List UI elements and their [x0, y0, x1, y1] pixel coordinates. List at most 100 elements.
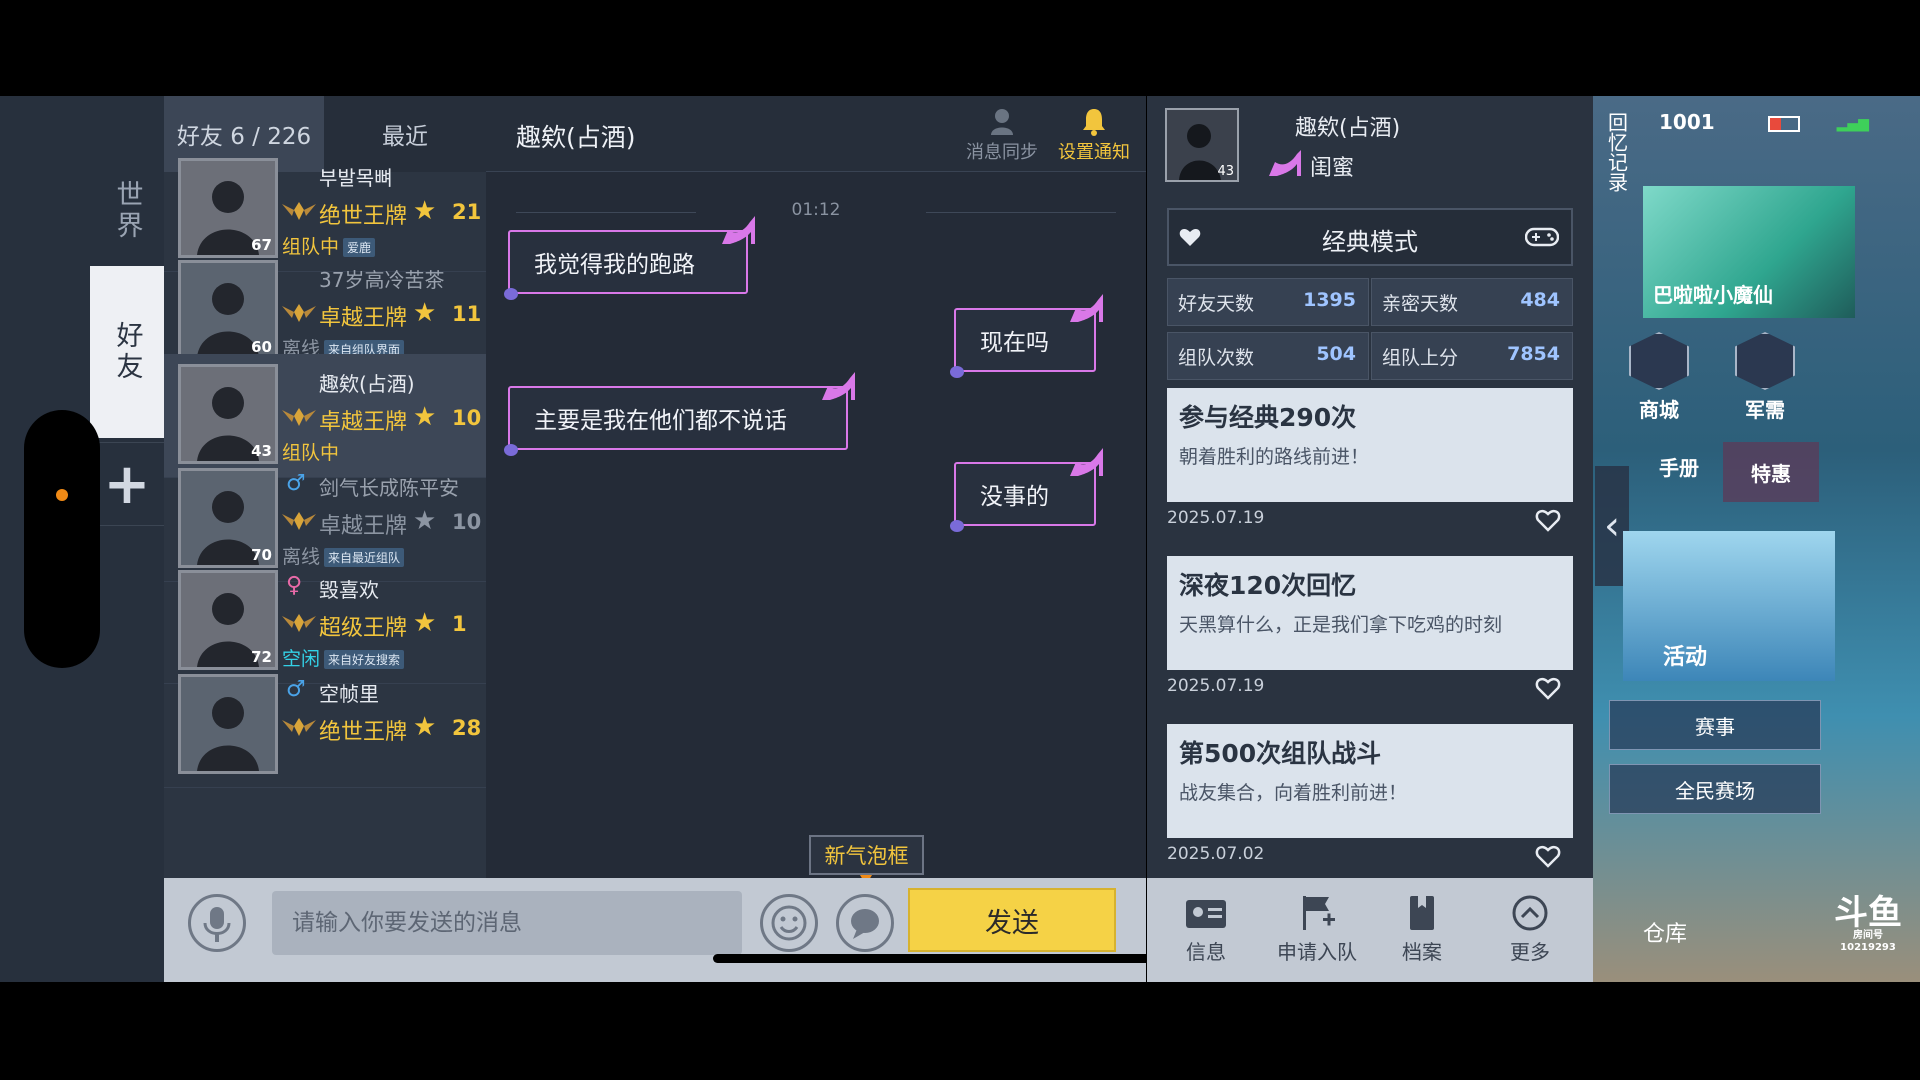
message-sync-button[interactable]: 消息同步 [960, 106, 1044, 166]
avatar[interactable]: 43 [1165, 108, 1239, 182]
heart-outline-icon[interactable] [1535, 844, 1561, 868]
arena-button[interactable]: 全民赛场 [1609, 764, 1821, 814]
chat-message-bubble[interactable]: 主要是我在他们都不说话 [504, 372, 855, 456]
heart-outline-icon[interactable] [1535, 676, 1561, 700]
memory-date: 2025.07.02 [1167, 844, 1265, 864]
stat-team-points: 组队上分 7854 [1371, 332, 1573, 380]
tab-world[interactable]: 世界 [90, 151, 164, 271]
star-count: 28 [452, 716, 482, 740]
notification-dot [56, 489, 68, 501]
activity-card[interactable]: 活动 [1623, 531, 1835, 681]
bubble-decoration [950, 366, 964, 378]
notification-settings-label: 设置通知 [1058, 142, 1130, 163]
friends-list-panel: 好友 6 / 226 最近 67 부발목뼈 绝世王牌 ★ 21 组队中 爱鹿 60 37岁高冷苦… [164, 96, 486, 878]
row-divider [164, 787, 486, 788]
rank-label: 卓越王牌 [319, 306, 408, 331]
arena-label: 全民赛场 [1675, 778, 1755, 803]
rank-label: 超级王牌 [319, 616, 408, 641]
signal-icon: ▂▄▆ [1836, 115, 1869, 132]
message-sync-label: 消息同步 [966, 142, 1038, 163]
bag-icon [1629, 332, 1689, 390]
notification-settings-button[interactable]: 设置通知 [1048, 106, 1140, 166]
stat-value: 7854 [1507, 343, 1560, 365]
profile-name: 趣欸(占酒) [1295, 116, 1401, 141]
stat-value: 484 [1520, 289, 1560, 311]
profile-action-bar: 信息 申请入队 档案 更多 [1147, 878, 1593, 982]
chevron-up-icon [1512, 895, 1548, 931]
event-banner[interactable]: 巴啦啦小魔仙 [1643, 186, 1855, 318]
stat-label: 亲密天数 [1382, 293, 1459, 315]
stat-intimate-days: 亲密天数 484 [1371, 278, 1573, 326]
friend-name: 毁喜欢 [319, 578, 379, 602]
more-button[interactable]: 更多 [1493, 888, 1567, 974]
chat-timestamp: 01:12 [791, 200, 841, 220]
heart-outline-icon[interactable] [1535, 508, 1561, 532]
avatar[interactable]: 70 [178, 468, 278, 568]
hud-status: 1001 ▂▄▆ [1659, 110, 1869, 134]
mode-selector[interactable]: 经典模式 [1167, 208, 1573, 266]
star-icon: ★ [413, 506, 437, 536]
smiley-icon [771, 905, 807, 941]
send-button[interactable]: 发送 [908, 888, 1116, 952]
add-tab-button[interactable]: + [90, 442, 164, 526]
star-icon: ★ [413, 402, 437, 432]
chat-message-bubble[interactable]: 没事的 [950, 448, 1103, 532]
manual-button[interactable]: 手册 [1649, 452, 1709, 481]
memory-card[interactable]: 第500次组队战斗 战友集合，向着胜利前进！ [1167, 724, 1573, 838]
manual-label: 手册 [1659, 456, 1699, 480]
bubble-decoration [504, 444, 518, 456]
tab-friends-label: 好友 [111, 321, 143, 383]
message-input-bar: 发送 [164, 878, 1146, 982]
rank-label: 卓越王牌 [319, 410, 408, 435]
archive-button[interactable]: 档案 [1385, 888, 1459, 974]
warehouse-button[interactable]: 仓库 [1643, 916, 1687, 948]
memory-subtitle: 战友集合，向着胜利前进！ [1179, 782, 1408, 804]
stat-friend-days: 好友天数 1395 [1167, 278, 1369, 326]
memory-date: 2025.07.19 [1167, 508, 1265, 528]
memory-record-button[interactable]: 回忆记录 [1601, 112, 1631, 199]
info-label: 信息 [1186, 940, 1226, 964]
apply-join-team-button[interactable]: 申请入队 [1265, 888, 1369, 974]
match-button[interactable]: 赛事 [1609, 700, 1821, 750]
stat-label: 组队次数 [1178, 347, 1255, 369]
rank-label: 绝世王牌 [319, 720, 408, 745]
rank-wings-icon [282, 512, 316, 530]
bookmark-book-icon [1410, 896, 1434, 930]
chat-message-bubble[interactable]: 我觉得我的跑路 [504, 216, 755, 300]
star-count: 10 [452, 406, 482, 430]
voice-input-button[interactable] [188, 894, 246, 952]
avatar[interactable]: 72 [178, 570, 278, 670]
message-input[interactable] [272, 891, 742, 955]
gift-box-icon [1735, 332, 1795, 390]
military-supply-button[interactable]: 军需 [1725, 332, 1805, 423]
battery-icon [1767, 115, 1800, 132]
info-button[interactable]: 信息 [1169, 888, 1243, 974]
avatar[interactable]: 67 [178, 158, 278, 258]
memory-subtitle: 天黑算什么，正是我们拿下吃鸡的时刻 [1179, 614, 1503, 636]
side-handle[interactable] [24, 410, 100, 668]
emoji-button[interactable] [760, 894, 818, 952]
chat-bubble-style-button[interactable] [836, 894, 894, 952]
shop-button[interactable]: 商城 [1619, 332, 1699, 423]
rank-label: 卓越王牌 [319, 514, 408, 539]
new-bubble-frame-tag[interactable]: 新气泡框 [809, 835, 924, 875]
friend-name: 趣欸(占酒) [319, 372, 415, 396]
high-heel-icon [1070, 294, 1103, 322]
avatar[interactable] [178, 674, 278, 774]
special-offer-button[interactable]: 特惠 [1723, 442, 1819, 502]
memory-card[interactable]: 深夜120次回忆 天黑算什么，正是我们拿下吃鸡的时刻 [1167, 556, 1573, 670]
high-heel-icon [1070, 448, 1103, 476]
avatar[interactable]: 43 [178, 364, 278, 464]
rank-wings-icon [282, 202, 316, 220]
message-text: 现在吗 [980, 330, 1049, 356]
high-heel-icon [722, 216, 755, 244]
friend-name: 부발목뼈 [319, 166, 393, 190]
star-count: 11 [452, 302, 482, 326]
person-icon [991, 109, 1013, 135]
avatar[interactable]: 60 [178, 260, 278, 360]
memory-card[interactable]: 参与经典290次 朝着胜利的路线前进！ [1167, 388, 1573, 502]
friend-list-item[interactable]: ♂ 空帧里 绝世王牌 ★ 28 [164, 664, 486, 788]
bell-icon [1083, 109, 1105, 136]
tab-friends[interactable]: 好友 [90, 266, 164, 438]
chat-message-bubble[interactable]: 现在吗 [950, 294, 1103, 378]
